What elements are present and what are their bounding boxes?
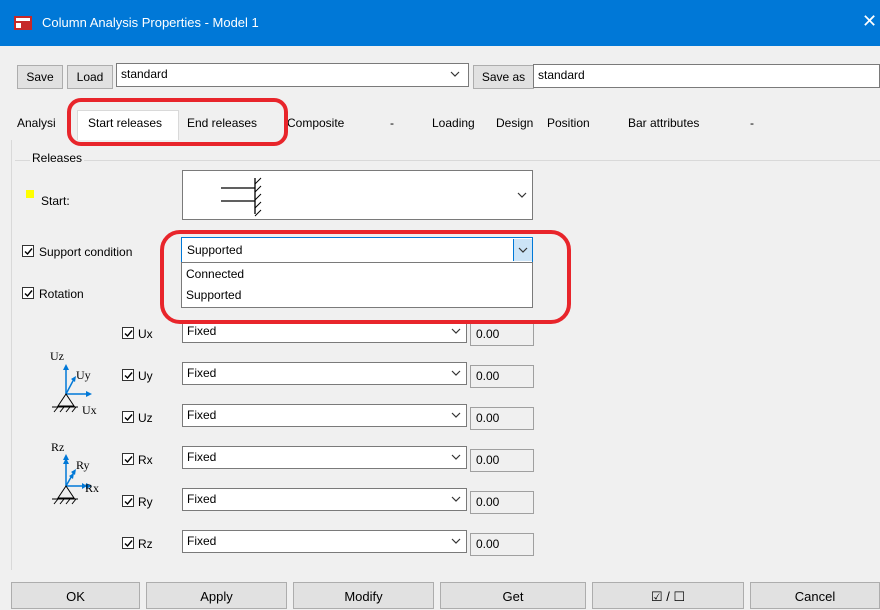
start-marker-icon bbox=[26, 190, 34, 198]
tab-composite[interactable]: Composite bbox=[287, 116, 344, 130]
rx-value-field[interactable]: 0.00 bbox=[470, 449, 534, 472]
uy-value-field[interactable]: 0.00 bbox=[470, 365, 534, 388]
window-title: Column Analysis Properties - Model 1 bbox=[42, 15, 259, 30]
axis-z-label: Uz bbox=[50, 349, 64, 363]
cancel-button[interactable]: Cancel bbox=[750, 582, 880, 609]
app-icon bbox=[14, 16, 32, 30]
get-button[interactable]: Get bbox=[440, 582, 586, 609]
chevron-down-icon bbox=[450, 70, 460, 79]
uz-value-field[interactable]: 0.00 bbox=[470, 407, 534, 430]
preset-value: standard bbox=[121, 67, 168, 81]
tab-separator[interactable]: - bbox=[390, 116, 394, 130]
save-button[interactable]: Save bbox=[17, 65, 63, 89]
support-condition-checkbox[interactable] bbox=[22, 245, 34, 257]
close-icon[interactable]: ✕ bbox=[862, 11, 877, 32]
releases-group-title: Releases bbox=[30, 151, 85, 165]
ry-checkbox[interactable] bbox=[122, 495, 134, 507]
axis-rx-label: Rx bbox=[85, 481, 100, 495]
rx-checkbox[interactable] bbox=[122, 453, 134, 465]
highlight-support-outline bbox=[160, 230, 571, 324]
rotation-checkbox[interactable] bbox=[22, 287, 34, 299]
rz-checkbox[interactable] bbox=[122, 537, 134, 549]
rx-release-select[interactable]: Fixed bbox=[182, 446, 467, 469]
ok-button[interactable]: OK bbox=[11, 582, 140, 609]
start-label: Start: bbox=[41, 194, 70, 208]
title-bar: Column Analysis Properties - Model 1 ✕ bbox=[0, 0, 880, 46]
uy-release-value: Fixed bbox=[187, 366, 217, 380]
save-as-name-input[interactable]: standard bbox=[533, 64, 880, 88]
chevron-down-icon bbox=[451, 327, 461, 336]
rotation-axes-icon: Rz Ry Rx bbox=[30, 432, 110, 518]
load-button[interactable]: Load bbox=[67, 65, 113, 89]
tab-separator[interactable]: - bbox=[750, 116, 754, 130]
rz-release-value: Fixed bbox=[187, 534, 217, 548]
uz-release-select[interactable]: Fixed bbox=[182, 404, 467, 427]
chevron-down-icon bbox=[451, 537, 461, 546]
chevron-down-icon bbox=[517, 191, 527, 200]
translation-axes-icon: Uz Uy Ux bbox=[30, 346, 110, 432]
ux-value-field[interactable]: 0.00 bbox=[470, 323, 534, 346]
rx-release-value: Fixed bbox=[187, 450, 217, 464]
ux-release-value: Fixed bbox=[187, 324, 217, 338]
tab-loading[interactable]: Loading bbox=[432, 116, 475, 130]
axis-y-label: Uy bbox=[76, 368, 91, 382]
uz-label: Uz bbox=[138, 411, 153, 425]
apply-button[interactable]: Apply bbox=[146, 582, 287, 609]
uy-label: Uy bbox=[138, 369, 153, 383]
tab-bar-attributes[interactable]: Bar attributes bbox=[628, 116, 699, 130]
preset-select[interactable]: standard bbox=[116, 63, 469, 87]
ry-value-field[interactable]: 0.00 bbox=[470, 491, 534, 514]
start-release-select[interactable] bbox=[182, 170, 533, 220]
support-condition-label: Support condition bbox=[39, 245, 133, 259]
ry-release-select[interactable]: Fixed bbox=[182, 488, 467, 511]
uz-checkbox[interactable] bbox=[122, 411, 134, 423]
ux-label: Ux bbox=[138, 327, 153, 341]
uy-checkbox[interactable] bbox=[122, 369, 134, 381]
check-uncheck-label: ☑ / ☐ bbox=[650, 589, 686, 604]
chevron-down-icon bbox=[451, 411, 461, 420]
save-as-button[interactable]: Save as bbox=[473, 65, 534, 89]
tab-design[interactable]: Design bbox=[496, 116, 533, 130]
rz-value-field[interactable]: 0.00 bbox=[470, 533, 534, 556]
axis-ry-label: Ry bbox=[76, 458, 90, 472]
check-uncheck-toggle-button[interactable]: ☑ / ☐ bbox=[592, 582, 744, 609]
tab-position[interactable]: Position bbox=[547, 116, 590, 130]
rz-label: Rz bbox=[138, 537, 153, 551]
ry-release-value: Fixed bbox=[187, 492, 217, 506]
uy-release-select[interactable]: Fixed bbox=[182, 362, 467, 385]
tab-analysis[interactable]: Analysi bbox=[17, 116, 56, 130]
ux-checkbox[interactable] bbox=[122, 327, 134, 339]
rotation-label: Rotation bbox=[39, 287, 84, 301]
fixed-support-icon bbox=[221, 177, 262, 217]
rz-release-select[interactable]: Fixed bbox=[182, 530, 467, 553]
chevron-down-icon bbox=[451, 369, 461, 378]
chevron-down-icon bbox=[451, 453, 461, 462]
modify-button[interactable]: Modify bbox=[293, 582, 434, 609]
axis-x-label: Ux bbox=[82, 403, 97, 417]
group-line bbox=[15, 160, 880, 161]
uz-release-value: Fixed bbox=[187, 408, 217, 422]
axis-rz-label: Rz bbox=[51, 440, 65, 454]
ry-label: Ry bbox=[138, 495, 153, 509]
chevron-down-icon bbox=[451, 495, 461, 504]
rx-label: Rx bbox=[138, 453, 153, 467]
highlight-tabs-outline bbox=[67, 98, 288, 146]
